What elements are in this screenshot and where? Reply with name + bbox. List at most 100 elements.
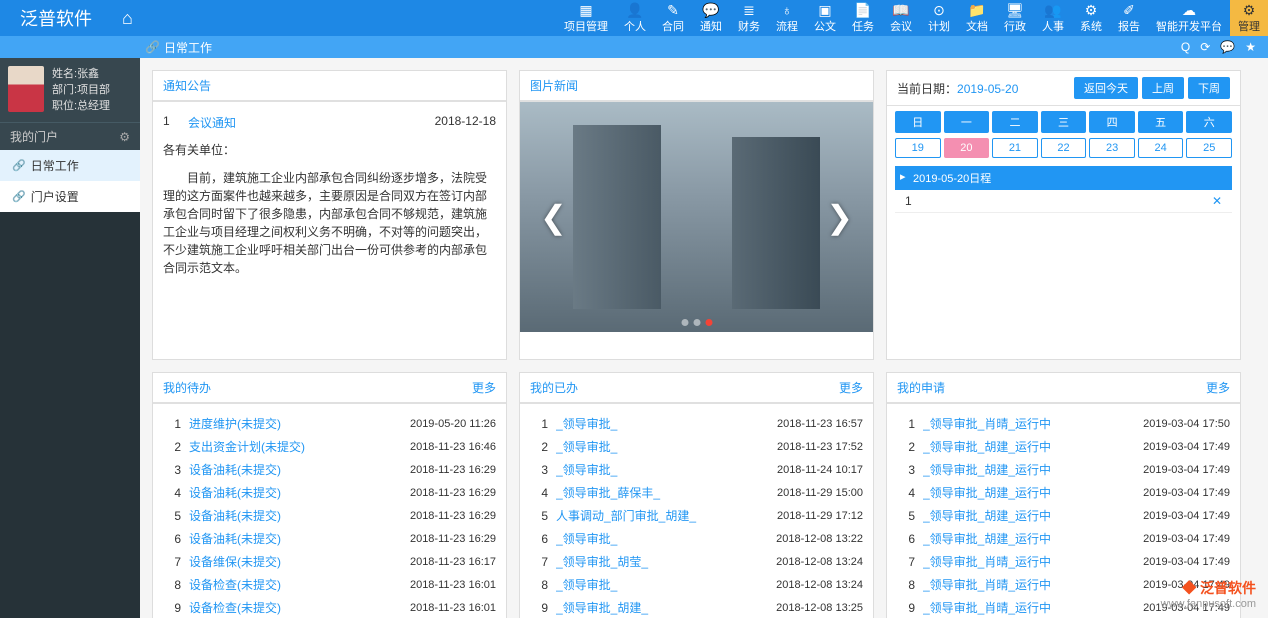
nav-item-流程[interactable]: ♁流程 — [768, 0, 806, 36]
list-link[interactable]: 进度维护(未提交) — [189, 415, 402, 432]
sidebar-item[interactable]: 🔗门户设置 — [0, 181, 140, 212]
subbar-icon[interactable]: 💬 — [1220, 40, 1235, 54]
list-link[interactable]: 设备维保(未提交) — [189, 553, 402, 570]
notice-link[interactable]: 会议通知 — [188, 114, 425, 131]
more-link[interactable]: 更多 — [1206, 379, 1230, 396]
user-info: 姓名:张鑫 部门:项目部 职位:总经理 — [0, 58, 140, 122]
calendar-button[interactable]: 上周 — [1142, 77, 1184, 99]
list-link[interactable]: 设备检查(未提交) — [189, 576, 402, 593]
nav-icon: ♁ — [782, 3, 793, 17]
calendar-day[interactable]: 25 — [1186, 138, 1232, 158]
calendar-day[interactable]: 19 — [895, 138, 941, 158]
todo-panel: 我的待办 更多 1进度维护(未提交)2019-05-20 11:262支出资金计… — [152, 372, 507, 618]
home-icon[interactable]: ⌂ — [112, 8, 143, 29]
carousel-prev-icon[interactable]: ❮ — [540, 198, 567, 236]
list-link[interactable]: 设备油耗(未提交) — [189, 530, 402, 547]
carousel-dot[interactable] — [681, 319, 688, 326]
calendar-button[interactable]: 返回今天 — [1074, 77, 1138, 99]
nav-item-项目管理[interactable]: ▦项目管理 — [556, 0, 616, 36]
list-link[interactable]: 设备油耗(未提交) — [189, 461, 402, 478]
list-link[interactable]: _领导审批_肖晴_运行中 — [923, 553, 1135, 570]
list-link[interactable]: 设备检查(未提交) — [189, 599, 402, 616]
sidebar: 姓名:张鑫 部门:项目部 职位:总经理 我的门户 ⚙ 🔗日常工作🔗门户设置 — [0, 58, 140, 618]
calendar-day[interactable]: 21 — [992, 138, 1038, 158]
nav-item-文档[interactable]: 📁文档 — [958, 0, 996, 36]
calendar-day[interactable]: 24 — [1138, 138, 1184, 158]
calendar-day-name: 三 — [1041, 111, 1087, 133]
carousel-dot[interactable] — [705, 319, 712, 326]
portal-header: 我的门户 ⚙ — [0, 122, 140, 150]
nav-item-人事[interactable]: 👥人事 — [1034, 0, 1072, 36]
list-link[interactable]: _领导审批_肖晴_运行中 — [923, 576, 1135, 593]
nav-item-报告[interactable]: ✐报告 — [1110, 0, 1148, 36]
notice-text[interactable]: 各有关单位： 目前，建筑施工企业内部承包合同纠纷逐步增多，法院受理的这方面案件也… — [163, 141, 496, 351]
more-link[interactable]: 更多 — [472, 379, 496, 396]
nav-icon: 📁 — [968, 3, 985, 17]
nav-item-系统[interactable]: ⚙系统 — [1072, 0, 1110, 36]
carousel-next-icon[interactable]: ❯ — [826, 198, 853, 236]
content-area: 通知公告 1 会议通知 2018-12-18 各有关单位： 目前，建筑施工企业内… — [140, 58, 1268, 618]
nav-item-管理[interactable]: ⚙管理 — [1230, 0, 1268, 36]
nav-icon: 👤 — [626, 3, 643, 17]
link-icon: 🔗 — [145, 40, 160, 54]
close-icon[interactable]: ✕ — [1212, 194, 1222, 208]
list-link[interactable]: _领导审批_ — [556, 438, 769, 455]
nav-item-合同[interactable]: ✎合同 — [654, 0, 692, 36]
nav-item-个人[interactable]: 👤个人 — [616, 0, 654, 36]
list-item: 1_领导审批_肖晴_运行中2019-03-04 17:50 — [897, 412, 1230, 435]
subbar-icon[interactable]: Q — [1181, 40, 1190, 54]
list-link[interactable]: _领导审批_胡建_ — [556, 599, 768, 616]
picnews-panel: 图片新闻 ❮ ❯ — [519, 70, 874, 360]
calendar-day[interactable]: 22 — [1041, 138, 1087, 158]
nav-icon: ✐ — [1123, 3, 1135, 17]
subbar-icon[interactable]: ★ — [1245, 40, 1256, 54]
list-link[interactable]: _领导审批_胡建_运行中 — [923, 484, 1135, 501]
nav-item-智能开发平台[interactable]: ☁智能开发平台 — [1148, 0, 1230, 36]
more-link[interactable]: 更多 — [839, 379, 863, 396]
list-link[interactable]: 人事调动_部门审批_胡建_ — [556, 507, 769, 524]
list-link[interactable]: _领导审批_ — [556, 576, 768, 593]
list-link[interactable]: _领导审批_胡建_运行中 — [923, 507, 1135, 524]
top-nav: 泛普软件 ⌂ ▦项目管理👤个人✎合同💬通知≣财务♁流程▣公文📄任务📖会议⊙计划📁… — [0, 0, 1268, 36]
schedule-header: ▸2019-05-20日程 — [895, 166, 1232, 190]
list-link[interactable]: _领导审批_胡建_运行中 — [923, 530, 1135, 547]
nav-item-行政[interactable]: 🖥行政 — [996, 0, 1034, 36]
list-link[interactable]: _领导审批_胡建_运行中 — [923, 461, 1135, 478]
list-link[interactable]: 支出资金计划(未提交) — [189, 438, 402, 455]
list-link[interactable]: _领导审批_ — [556, 461, 769, 478]
list-link[interactable]: _领导审批_肖晴_运行中 — [923, 415, 1135, 432]
nav-item-会议[interactable]: 📖会议 — [882, 0, 920, 36]
nav-icon: 🖥 — [1006, 3, 1024, 17]
subbar-icon[interactable]: ⟳ — [1200, 40, 1210, 54]
footer-logo: ◆ 泛普软件 www.fanpusoft.com — [1161, 578, 1256, 610]
list-link[interactable]: 设备油耗(未提交) — [189, 484, 402, 501]
list-item: 5设备油耗(未提交)2018-11-23 16:29 — [163, 504, 496, 527]
avatar[interactable] — [8, 66, 44, 112]
carousel-dot[interactable] — [693, 319, 700, 326]
list-item: 5人事调动_部门审批_胡建_2018-11-29 17:12 — [530, 504, 863, 527]
nav-item-财务[interactable]: ≣财务 — [730, 0, 768, 36]
nav-item-通知[interactable]: 💬通知 — [692, 0, 730, 36]
gear-icon[interactable]: ⚙ — [119, 130, 130, 144]
nav-item-计划[interactable]: ⊙计划 — [920, 0, 958, 36]
calendar-button[interactable]: 下周 — [1188, 77, 1230, 99]
list-link[interactable]: _领导审批_胡莹_ — [556, 553, 768, 570]
sidebar-item[interactable]: 🔗日常工作 — [0, 150, 140, 181]
calendar-day[interactable]: 23 — [1089, 138, 1135, 158]
list-item: 1_领导审批_2018-11-23 16:57 — [530, 412, 863, 435]
list-link[interactable]: _领导审批_ — [556, 415, 769, 432]
sub-bar: 🔗 日常工作 Q⟳💬★ — [0, 36, 1268, 58]
nav-icon: ≣ — [743, 3, 755, 17]
list-link[interactable]: _领导审批_肖晴_运行中 — [923, 599, 1135, 616]
list-link[interactable]: 设备油耗(未提交) — [189, 507, 402, 524]
nav-item-公文[interactable]: ▣公文 — [806, 0, 844, 36]
list-item: 9设备检查(未提交)2018-11-23 16:01 — [163, 596, 496, 618]
calendar-day[interactable]: 20 — [944, 138, 990, 158]
list-link[interactable]: _领导审批_胡建_运行中 — [923, 438, 1135, 455]
nav-icon: 💬 — [702, 3, 719, 17]
list-link[interactable]: _领导审批_ — [556, 530, 768, 547]
nav-icon: 📖 — [892, 3, 909, 17]
nav-icon: ⚙ — [1085, 3, 1098, 17]
list-link[interactable]: _领导审批_薛保丰_ — [556, 484, 769, 501]
nav-item-任务[interactable]: 📄任务 — [844, 0, 882, 36]
